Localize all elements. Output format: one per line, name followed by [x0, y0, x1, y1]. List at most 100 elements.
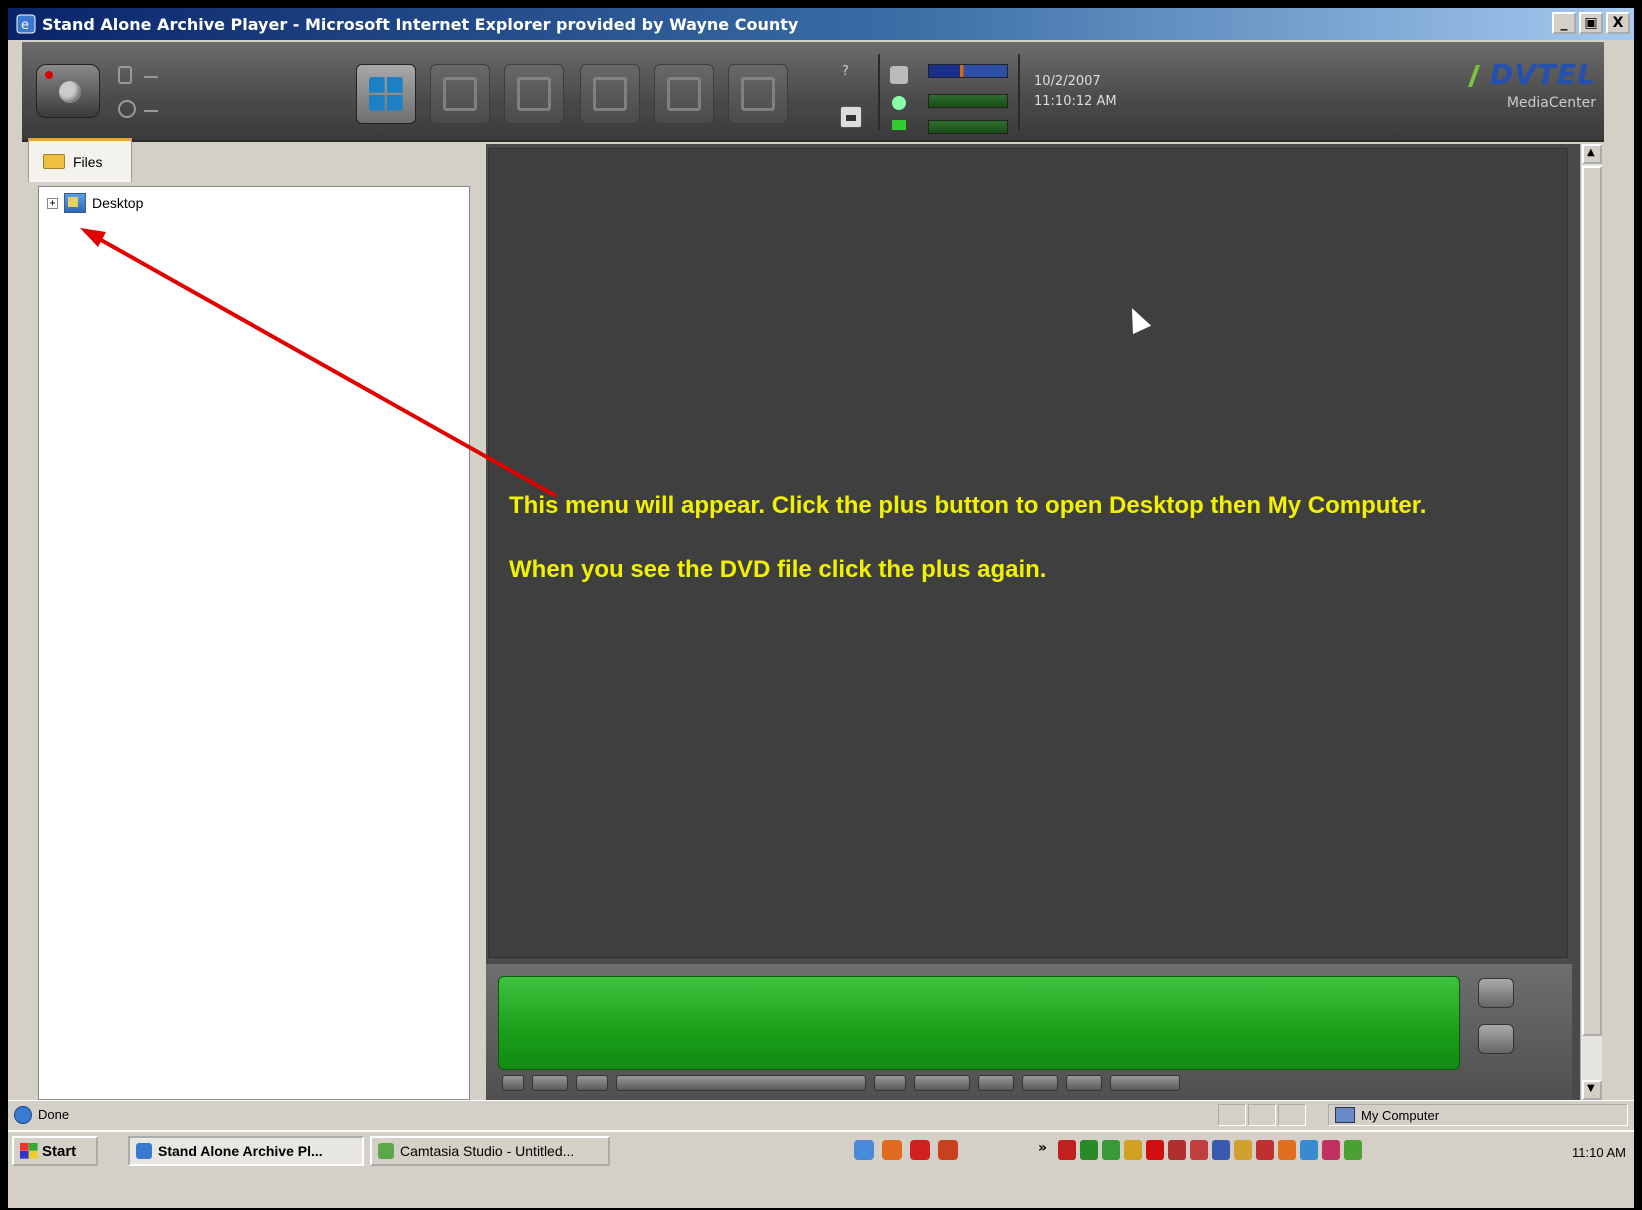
tray-icon[interactable]	[1300, 1140, 1318, 1160]
tab-files[interactable]: Files	[28, 138, 132, 182]
edit-tool-button[interactable]	[654, 64, 714, 124]
expand-plus-button[interactable]: +	[47, 197, 58, 209]
tray-icon[interactable]	[1080, 1140, 1098, 1160]
speaker-icon[interactable]	[890, 66, 908, 84]
tray-icon[interactable]	[1058, 1140, 1076, 1160]
logo-text: DVTEL	[1490, 58, 1596, 91]
tray-icon[interactable]	[1124, 1140, 1142, 1160]
globe-status-dash	[144, 110, 158, 112]
tray-icon[interactable]	[1102, 1140, 1120, 1160]
zone-label: My Computer	[1361, 1107, 1440, 1123]
timeline-side-button-1[interactable]	[1478, 978, 1514, 1008]
volume-slider[interactable]	[928, 64, 1008, 78]
app-toolbar: ? 10/2/2007 11:10:12 AM DVTEL MediaCente…	[22, 42, 1604, 142]
security-zone: My Computer	[1328, 1104, 1628, 1126]
instruction-annotation: This menu will appear. Click the plus bu…	[509, 489, 1509, 617]
layout-grid-button[interactable]	[356, 64, 416, 124]
start-button[interactable]: Start	[12, 1136, 98, 1166]
toolbar-divider	[878, 54, 880, 130]
tray-icon[interactable]	[1168, 1140, 1186, 1160]
scroll-down-button[interactable]	[1582, 1080, 1602, 1100]
lock-icon[interactable]	[118, 66, 132, 84]
pointer-tool-button[interactable]	[430, 64, 490, 124]
date-text: 10/2/2007	[1034, 74, 1101, 89]
tray-icon[interactable]	[1146, 1140, 1164, 1160]
brightness-slider[interactable]	[928, 94, 1008, 108]
control-button[interactable]	[1022, 1075, 1058, 1091]
vertical-scrollbar[interactable]	[1580, 144, 1602, 1100]
control-button[interactable]	[874, 1075, 906, 1091]
windows-logo-icon	[20, 1143, 38, 1159]
app-shortcut-icon[interactable]	[938, 1140, 958, 1160]
ie-app-icon: e	[16, 14, 36, 34]
file-tree[interactable]: + Desktop	[38, 186, 470, 1100]
control-button[interactable]	[532, 1075, 568, 1091]
contrast-icon	[892, 120, 906, 130]
file-browser-pane: Files + Desktop	[22, 138, 486, 1100]
control-button[interactable]	[1066, 1075, 1102, 1091]
minimize-button[interactable]: _	[1552, 12, 1576, 34]
globe-icon[interactable]	[118, 100, 136, 118]
timeline-side-button-2[interactable]	[1478, 1024, 1514, 1054]
control-button[interactable]	[576, 1075, 608, 1091]
desktop-icon	[64, 193, 86, 213]
lock-status-dash	[144, 76, 158, 78]
tab-files-label: Files	[73, 153, 103, 170]
toolbar-divider	[1018, 54, 1020, 130]
start-label: Start	[42, 1142, 77, 1160]
cascade-icon	[517, 77, 551, 111]
scroll-up-button[interactable]	[1582, 144, 1602, 164]
fullscreen-tool-button[interactable]	[580, 64, 640, 124]
logo-subtitle: MediaCenter	[1506, 95, 1596, 111]
tree-item-desktop[interactable]: + Desktop	[47, 193, 143, 213]
cascade-tool-button[interactable]	[504, 64, 564, 124]
status-cell	[1278, 1104, 1306, 1126]
desktop-shortcut-icon[interactable]	[854, 1140, 874, 1160]
tray-overflow-chevron[interactable]: »	[1038, 1140, 1047, 1156]
tray-icon[interactable]	[1278, 1140, 1296, 1160]
camtasia-icon	[378, 1143, 394, 1159]
close-button[interactable]: X	[1606, 12, 1630, 34]
firefox-icon[interactable]	[882, 1140, 902, 1160]
control-button[interactable]	[1110, 1075, 1180, 1091]
control-button[interactable]	[978, 1075, 1014, 1091]
playback-controls	[502, 1074, 1180, 1092]
maximize-button[interactable]: ▣	[1579, 12, 1603, 34]
status-cell	[1218, 1104, 1246, 1126]
tree-item-label: Desktop	[92, 195, 144, 211]
tray-icon[interactable]	[1190, 1140, 1208, 1160]
tray-icon[interactable]	[1212, 1140, 1230, 1160]
timeline-panel	[486, 964, 1572, 1100]
tray-icon[interactable]	[1234, 1140, 1252, 1160]
mouse-cursor-icon	[1122, 303, 1152, 335]
speed-slider[interactable]	[616, 1075, 866, 1091]
edit-icon	[667, 77, 701, 111]
system-tray	[1058, 1140, 1362, 1160]
timeline-track[interactable]	[498, 976, 1460, 1070]
instruction-line-2: When you see the DVD file click the plus…	[509, 556, 1047, 583]
page-icon	[14, 1105, 32, 1124]
video-display[interactable]: This menu will appear. Click the plus bu…	[488, 148, 1568, 958]
contrast-slider[interactable]	[928, 120, 1008, 134]
tray-icon[interactable]	[1256, 1140, 1274, 1160]
taskbar-clock[interactable]: 11:10 AM	[1534, 1140, 1626, 1164]
app-shortcut-icon[interactable]	[910, 1140, 930, 1160]
pointer-icon	[443, 77, 477, 111]
control-button[interactable]	[502, 1075, 524, 1091]
viewer-pane: This menu will appear. Click the plus bu…	[486, 144, 1602, 1100]
ie-icon	[136, 1143, 152, 1159]
control-button[interactable]	[914, 1075, 970, 1091]
taskbar-item-camtasia[interactable]: Camtasia Studio - Untitled...	[370, 1136, 610, 1166]
taskbar-item-archive-player[interactable]: Stand Alone Archive Pl...	[128, 1136, 364, 1166]
tray-icon[interactable]	[1344, 1140, 1362, 1160]
scroll-thumb[interactable]	[1582, 166, 1602, 1036]
folder-icon	[43, 154, 65, 169]
taskbar-item-label: Camtasia Studio - Untitled...	[400, 1143, 575, 1159]
export-tool-button[interactable]	[728, 64, 788, 124]
title-bar[interactable]: e Stand Alone Archive Player - Microsoft…	[8, 8, 1634, 40]
window-title: Stand Alone Archive Player - Microsoft I…	[42, 14, 799, 34]
record-button[interactable]	[36, 64, 100, 118]
help-button[interactable]: ?	[842, 64, 849, 79]
eject-icon[interactable]	[840, 106, 862, 128]
tray-icon[interactable]	[1322, 1140, 1340, 1160]
